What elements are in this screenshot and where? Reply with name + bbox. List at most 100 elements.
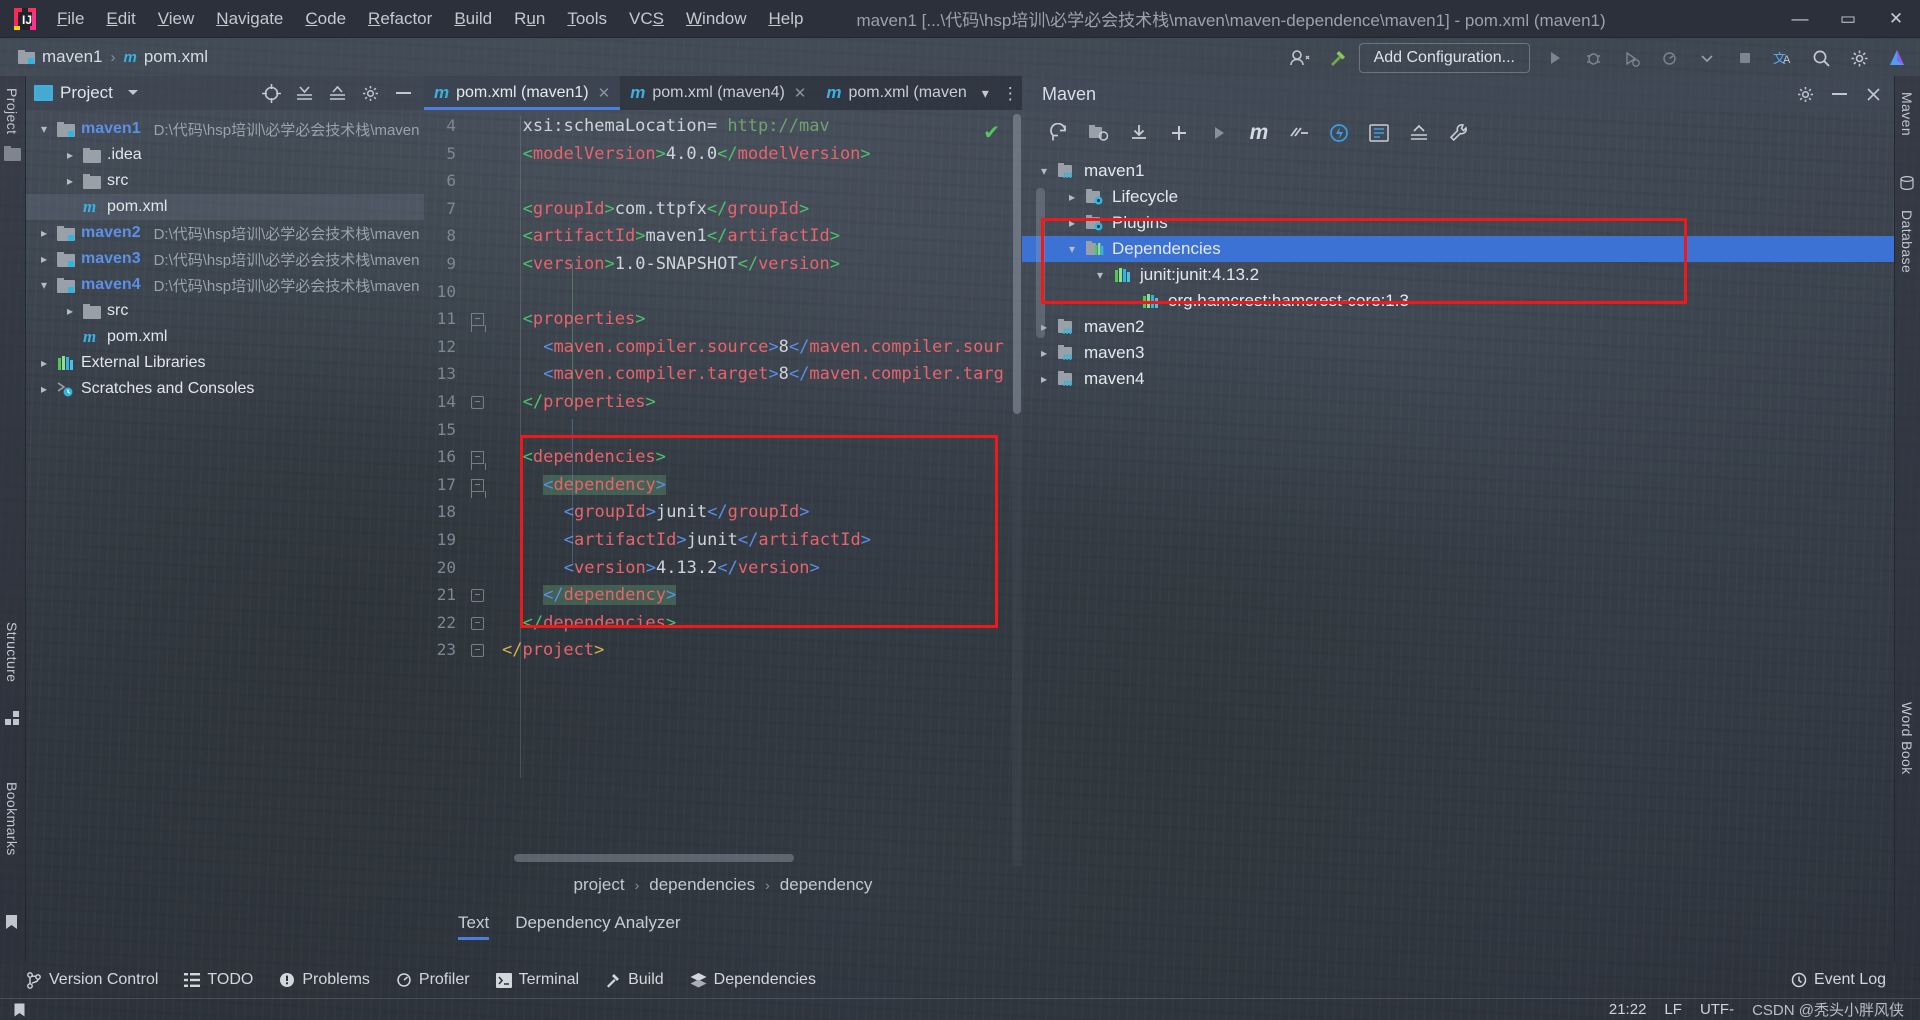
editor-gutter[interactable]: 4 5 6 7 8 9 10 11−12 13 14−15 16−17−18 19 20 21−22−23… bbox=[424, 110, 502, 866]
hide-panel-icon[interactable] bbox=[390, 81, 416, 105]
chevron-down-icon[interactable]: ▾ bbox=[36, 278, 52, 292]
window-minimize-button[interactable]: — bbox=[1776, 0, 1824, 38]
code-fold-marker[interactable]: − bbox=[471, 589, 484, 603]
maven-build-icon[interactable]: m bbox=[1242, 118, 1276, 148]
maven-gear-icon[interactable] bbox=[1792, 82, 1818, 106]
status-tool-problems[interactable]: Problems bbox=[279, 971, 370, 989]
chevron-right-icon[interactable]: ▸ bbox=[1036, 346, 1052, 360]
menu-run[interactable]: Run bbox=[503, 5, 556, 33]
show-dependencies-icon[interactable] bbox=[1362, 118, 1396, 148]
project-chevron-down-icon[interactable] bbox=[120, 81, 146, 105]
collapse-all-maven-icon[interactable] bbox=[1402, 118, 1436, 148]
generate-sources-icon[interactable] bbox=[1082, 118, 1116, 148]
left-strip-structure[interactable]: Structure bbox=[4, 616, 20, 688]
menu-help[interactable]: Help bbox=[757, 5, 814, 33]
execute-goal-icon[interactable] bbox=[1322, 118, 1356, 148]
structure-icon[interactable] bbox=[5, 711, 20, 726]
expand-all-icon[interactable] bbox=[291, 81, 317, 105]
maven-minimize-icon[interactable] bbox=[1826, 82, 1852, 106]
close-icon[interactable]: ✕ bbox=[598, 84, 611, 102]
maven-tree-item-maven2[interactable]: ▸ m maven2 bbox=[1022, 314, 1894, 340]
maven-tree-item-maven3[interactable]: ▸ m maven3 bbox=[1022, 340, 1894, 366]
menu-file[interactable]: FFileile bbox=[46, 5, 95, 33]
scrollbar-thumb[interactable] bbox=[1013, 114, 1021, 414]
menu-navigate[interactable]: Navigate bbox=[205, 5, 294, 33]
tab-dependency-analyzer[interactable]: Dependency Analyzer bbox=[515, 913, 680, 940]
hammer-icon[interactable] bbox=[1321, 43, 1355, 73]
chevron-right-icon[interactable]: ▸ bbox=[62, 174, 78, 188]
chevron-down-icon[interactable] bbox=[1690, 43, 1724, 73]
code-fold-marker[interactable]: − bbox=[471, 644, 484, 658]
close-icon[interactable]: ✕ bbox=[794, 84, 807, 102]
maven-tree-item-junit-junit-4-13-2[interactable]: ▾ junit:junit:4.13.2 bbox=[1022, 262, 1894, 288]
chevron-right-icon[interactable]: ▸ bbox=[1064, 190, 1080, 204]
chevron-right-icon[interactable]: ▸ bbox=[36, 252, 52, 266]
menu-tools[interactable]: Tools bbox=[556, 5, 618, 33]
window-maximize-button[interactable]: ▭ bbox=[1824, 0, 1872, 38]
chevron-right-icon[interactable]: ▸ bbox=[36, 356, 52, 370]
right-strip-maven[interactable]: Maven bbox=[1899, 86, 1915, 142]
collapse-all-icon[interactable] bbox=[324, 81, 350, 105]
project-tree-item-maven3[interactable]: ▸ maven3 D:\代码\hsp培训\必学必会技术栈\maven bbox=[26, 246, 424, 272]
project-panel-icon[interactable] bbox=[4, 146, 21, 162]
gear-icon[interactable] bbox=[357, 81, 383, 105]
add-icon[interactable] bbox=[1162, 118, 1196, 148]
scrollbar-thumb-h[interactable] bbox=[514, 854, 794, 862]
project-tree-item-pom-xml[interactable]: m pom.xml bbox=[26, 194, 424, 220]
status-tool-build[interactable]: Build bbox=[605, 971, 664, 989]
breadcrumb-project[interactable]: project bbox=[574, 875, 625, 895]
user-icon[interactable] bbox=[1283, 43, 1317, 73]
project-tree-item-scratches-and-consoles[interactable]: ▸ Scratches and Consoles bbox=[26, 376, 424, 402]
settings-icon[interactable] bbox=[1842, 43, 1876, 73]
project-tree-item-external-libraries[interactable]: ▸ External Libraries bbox=[26, 350, 424, 376]
navbar-project-crumb[interactable]: maven1 bbox=[18, 47, 102, 67]
add-configuration-button[interactable]: Add Configuration... bbox=[1358, 43, 1530, 73]
chevron-down-icon[interactable]: ▾ bbox=[1036, 164, 1052, 178]
maven-tree-item-maven4[interactable]: ▸ m maven4 bbox=[1022, 366, 1894, 392]
maven-tree-item-plugins[interactable]: ▸ Plugins bbox=[1022, 210, 1894, 236]
breadcrumb-dependency[interactable]: dependency bbox=[780, 875, 873, 895]
code-fold-marker[interactable]: − bbox=[471, 616, 484, 630]
maven-tree-item-maven1[interactable]: ▾ m maven1 bbox=[1022, 158, 1894, 184]
maven-tree-item-dependencies[interactable]: ▾ Dependencies bbox=[1022, 236, 1894, 262]
maven-tree-item-lifecycle[interactable]: ▸ Lifecycle bbox=[1022, 184, 1894, 210]
search-icon[interactable] bbox=[1804, 43, 1838, 73]
chevron-right-icon[interactable]: ▸ bbox=[1036, 372, 1052, 386]
code-fold-marker[interactable]: − bbox=[471, 313, 486, 333]
status-tool-profiler[interactable]: Profiler bbox=[396, 971, 470, 989]
editor-tab-1[interactable]: m pom.xml (maven4) ✕ bbox=[620, 76, 816, 110]
project-tree-item-maven2[interactable]: ▸ maven2 D:\代码\hsp培训\必学必会技术栈\maven bbox=[26, 220, 424, 246]
status-tool-dependencies[interactable]: Dependencies bbox=[690, 971, 816, 989]
menu-refactor[interactable]: Refactor bbox=[357, 5, 443, 33]
code-fold-marker[interactable]: − bbox=[471, 451, 486, 471]
reload-all-icon[interactable] bbox=[1042, 118, 1076, 148]
more-vertical-icon[interactable]: ⋮ bbox=[996, 85, 1025, 102]
right-strip-database[interactable]: Database bbox=[1899, 204, 1915, 279]
chevron-right-icon[interactable]: ▸ bbox=[62, 148, 78, 162]
editor-tab-2[interactable]: m pom.xml (maven bbox=[816, 76, 976, 110]
project-tree-item-maven1[interactable]: ▾ maven1 D:\代码\hsp培训\必学必会技术栈\maven bbox=[26, 116, 424, 142]
project-tree-item-pom-xml[interactable]: m pom.xml bbox=[26, 324, 424, 350]
chevron-down-icon[interactable]: ▾ bbox=[1064, 242, 1080, 256]
skip-tests-icon[interactable] bbox=[1282, 118, 1316, 148]
menu-view[interactable]: View bbox=[147, 5, 206, 33]
code-fold-marker[interactable]: − bbox=[471, 478, 486, 498]
editor-vertical-scrollbar[interactable] bbox=[1012, 110, 1022, 866]
project-tree-item--idea[interactable]: ▸ .idea bbox=[26, 142, 424, 168]
status-tool-terminal[interactable]: Terminal bbox=[495, 971, 579, 989]
chevron-right-icon[interactable]: ▸ bbox=[1064, 216, 1080, 230]
event-log-button[interactable]: Event Log bbox=[1791, 971, 1886, 989]
ide-assistant-icon[interactable] bbox=[1880, 43, 1914, 73]
inspection-status-icon[interactable]: ✔ bbox=[983, 120, 1000, 145]
code-text[interactable]: xsi:schemaLocation= http://mav <modelVers… bbox=[502, 110, 1022, 866]
menu-edit[interactable]: Edit bbox=[95, 5, 146, 33]
code-fold-marker[interactable]: − bbox=[471, 396, 484, 409]
navbar-file-crumb[interactable]: m pom.xml bbox=[123, 47, 208, 67]
status-line-separator[interactable]: LF bbox=[1664, 1001, 1682, 1018]
maven-tree-item-org-hamcrest-hamcrest-core-1-3[interactable]: org.hamcrest:hamcrest-core:1.3 bbox=[1022, 288, 1894, 314]
download-sources-icon[interactable] bbox=[1122, 118, 1156, 148]
status-tool-todo[interactable]: TODO bbox=[184, 971, 253, 989]
chevron-down-icon[interactable]: ▾ bbox=[1092, 268, 1108, 282]
breadcrumb-dependencies[interactable]: dependencies bbox=[649, 875, 755, 895]
status-encoding[interactable]: UTF- bbox=[1700, 1001, 1734, 1018]
